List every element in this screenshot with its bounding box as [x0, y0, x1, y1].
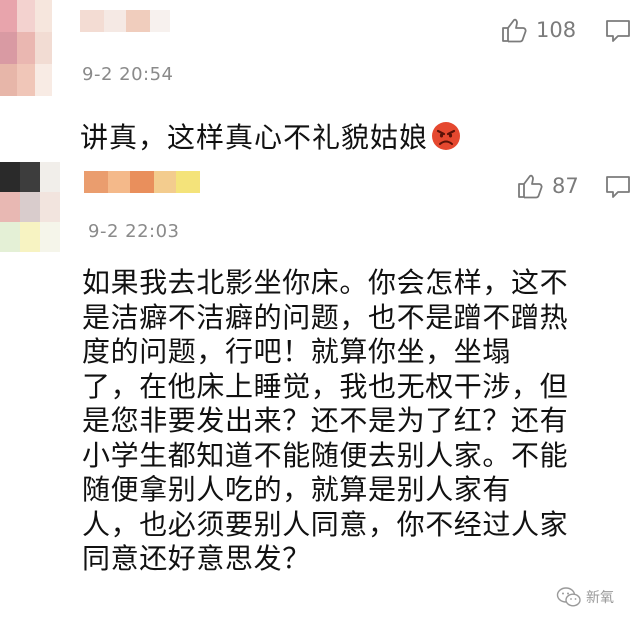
username[interactable]: [84, 171, 200, 193]
comment-text: 讲真，这样真心不礼貌姑娘: [80, 116, 462, 156]
wechat-logo-icon: [556, 587, 581, 607]
comment-timestamp: 9-2 20:54: [82, 64, 174, 85]
comment-body: 讲真，这样真心不礼貌姑娘: [80, 121, 429, 154]
comment-timestamp: 9-2 22:03: [88, 221, 180, 242]
thumbs-up-icon: [502, 18, 527, 43]
avatar[interactable]: [0, 0, 52, 96]
like-button[interactable]: 108: [500, 16, 576, 44]
thumbs-up-icon: [518, 174, 543, 199]
angry-face-icon: [432, 122, 461, 150]
watermark-text: 新氧: [586, 590, 614, 606]
like-button[interactable]: 87: [516, 172, 579, 200]
username[interactable]: [80, 10, 170, 32]
like-count: 108: [536, 18, 577, 42]
watermark: 新氧: [556, 586, 614, 608]
comment-icon[interactable]: [604, 174, 632, 200]
like-count: 87: [552, 174, 579, 198]
comment-icon[interactable]: [604, 18, 632, 44]
comment-body: 如果我去北影坐你床。你会怎样，这不 是洁癖不洁癖的问题，也不是蹭不蹭热 度的问题…: [82, 266, 569, 575]
avatar[interactable]: [0, 162, 60, 252]
